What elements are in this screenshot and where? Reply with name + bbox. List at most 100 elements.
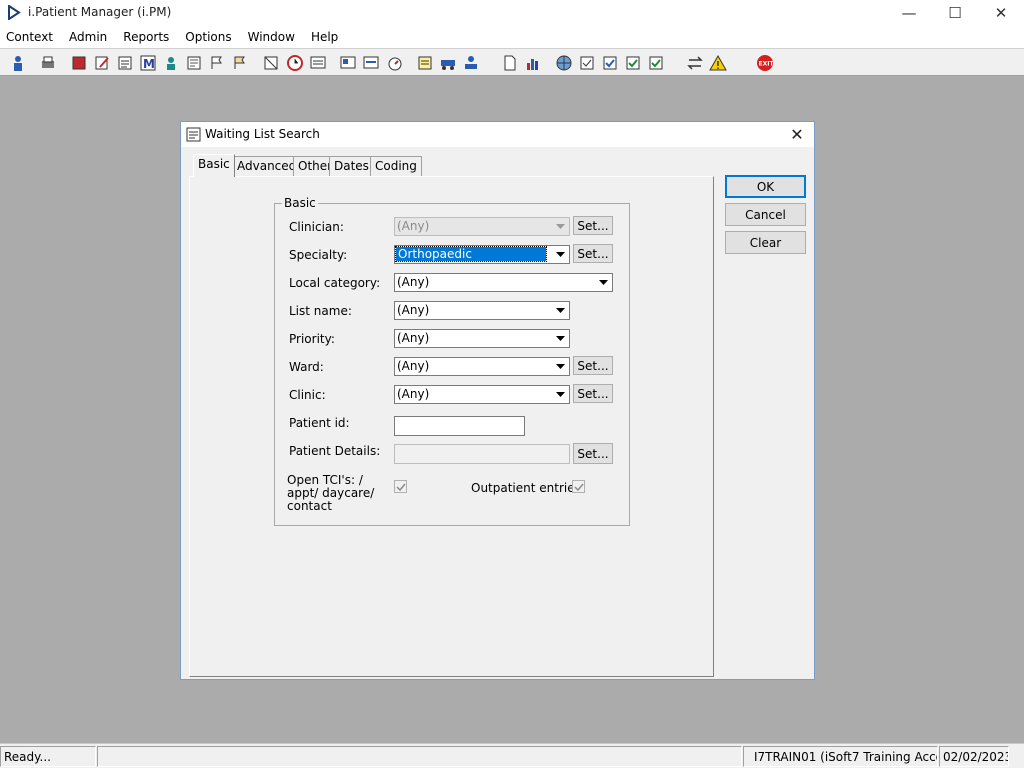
clinic-value: (Any) xyxy=(397,387,430,401)
clinician-select[interactable]: (Any) xyxy=(394,217,570,236)
menu-context[interactable]: Context xyxy=(0,30,59,44)
transfer-icon[interactable] xyxy=(437,52,459,74)
swap-icon[interactable] xyxy=(684,52,706,74)
warning-icon[interactable] xyxy=(707,52,729,74)
open-tcis-checkbox[interactable] xyxy=(394,480,407,493)
ward-select[interactable]: (Any) xyxy=(394,357,570,376)
dialog-title: Waiting List Search xyxy=(205,127,320,141)
specialty-value: Orthopaedic xyxy=(395,246,547,262)
chevron-down-icon xyxy=(552,358,569,375)
book-icon[interactable] xyxy=(68,52,90,74)
menu-window[interactable]: Window xyxy=(242,30,301,44)
stopwatch-icon[interactable] xyxy=(384,52,406,74)
list-icon[interactable] xyxy=(114,52,136,74)
status-bar: Ready... I7TRAIN01 (iSoft7 Training Acco… xyxy=(0,743,1024,768)
flag-icon[interactable] xyxy=(206,52,228,74)
tab-dates[interactable]: Dates xyxy=(329,156,374,176)
menu-admin[interactable]: Admin xyxy=(63,30,113,44)
screen-icon[interactable] xyxy=(337,52,359,74)
tab-coding[interactable]: Coding xyxy=(370,156,422,176)
globe-icon[interactable] xyxy=(553,52,575,74)
local-category-label: Local category: xyxy=(289,276,381,290)
svg-text:EXIT: EXIT xyxy=(759,61,775,68)
form-icon[interactable] xyxy=(183,52,205,74)
tab-basic[interactable]: Basic xyxy=(193,154,235,177)
app-logo-icon xyxy=(8,5,21,20)
toolbar: M EXIT xyxy=(0,48,1024,76)
cancel-button[interactable]: Cancel xyxy=(725,203,806,226)
clinic-label: Clinic: xyxy=(289,388,326,402)
menu-help[interactable]: Help xyxy=(305,30,344,44)
open-tcis-label: Open TCI's: / appt/ daycare/ contact xyxy=(287,473,375,513)
status-message: Ready... xyxy=(0,746,96,767)
document-icon[interactable] xyxy=(499,52,521,74)
clock-icon[interactable] xyxy=(284,52,306,74)
chart-icon[interactable] xyxy=(522,52,544,74)
patient-details-input xyxy=(394,444,570,464)
patient-icon[interactable] xyxy=(7,52,29,74)
priority-select[interactable]: (Any) xyxy=(394,329,570,348)
chevron-down-icon xyxy=(552,302,569,319)
menu-reports[interactable]: Reports xyxy=(117,30,175,44)
waiting-list-search-dialog: Waiting List Search ✕ Basic Advanced Oth… xyxy=(180,121,815,680)
close-button[interactable]: ✕ xyxy=(978,0,1024,26)
clinic-select[interactable]: (Any) xyxy=(394,385,570,404)
admit-icon[interactable] xyxy=(460,52,482,74)
chevron-down-icon xyxy=(552,246,569,263)
outpatient-entries-label: Outpatient entries: xyxy=(471,481,585,495)
chevron-down-icon xyxy=(552,386,569,403)
outpatient-entries-checkbox[interactable] xyxy=(572,480,585,493)
edit-icon[interactable] xyxy=(91,52,113,74)
app-titlebar: i.Patient Manager (i.PM) — ☐ ✕ xyxy=(0,0,1024,26)
specialty-set-button[interactable]: Set... xyxy=(573,244,613,263)
check4-icon[interactable] xyxy=(645,52,667,74)
clinician-set-button[interactable]: Set... xyxy=(573,216,613,235)
check-icon[interactable] xyxy=(576,52,598,74)
check2-icon[interactable] xyxy=(599,52,621,74)
status-date: 02/02/2023 xyxy=(939,746,1009,767)
monitor-icon[interactable] xyxy=(307,52,329,74)
clinic-set-button[interactable]: Set... xyxy=(573,384,613,403)
patient-details-set-button[interactable]: Set... xyxy=(573,443,613,464)
ward-value: (Any) xyxy=(397,359,430,373)
tab-advanced[interactable]: Advanced xyxy=(232,156,302,176)
exit-icon[interactable]: EXIT xyxy=(754,52,776,74)
no-icon[interactable] xyxy=(260,52,282,74)
check3-icon[interactable] xyxy=(622,52,644,74)
maximize-button[interactable]: ☐ xyxy=(932,0,978,26)
menubar: Context Admin Reports Options Window Hel… xyxy=(0,26,1024,48)
ward-set-button[interactable]: Set... xyxy=(573,356,613,375)
dialog-close-button[interactable]: ✕ xyxy=(785,124,809,145)
app-title: i.Patient Manager (i.PM) xyxy=(28,5,172,19)
checkmark-icon xyxy=(395,483,406,491)
person-icon[interactable] xyxy=(160,52,182,74)
status-spacer xyxy=(97,746,742,767)
clinician-value: (Any) xyxy=(397,219,430,233)
flag2-icon[interactable] xyxy=(229,52,251,74)
patient-id-input[interactable] xyxy=(394,416,525,436)
list-name-value: (Any) xyxy=(397,303,430,317)
chevron-down-icon xyxy=(552,330,569,347)
list-name-select[interactable]: (Any) xyxy=(394,301,570,320)
list-name-label: List name: xyxy=(289,304,352,318)
groupbox-label: Basic xyxy=(282,196,318,210)
patient-id-label: Patient id: xyxy=(289,416,350,430)
notes-icon[interactable] xyxy=(414,52,436,74)
menu-options[interactable]: Options xyxy=(179,30,237,44)
local-category-select[interactable]: (Any) xyxy=(394,273,613,292)
ok-button[interactable]: OK xyxy=(725,175,806,198)
chevron-down-icon xyxy=(552,218,569,235)
local-category-value: (Any) xyxy=(397,275,430,289)
minimize-button[interactable]: — xyxy=(886,0,932,26)
priority-value: (Any) xyxy=(397,331,430,345)
ward-label: Ward: xyxy=(289,360,324,374)
screen2-icon[interactable] xyxy=(360,52,382,74)
priority-label: Priority: xyxy=(289,332,335,346)
print-icon[interactable] xyxy=(37,52,59,74)
notes-icon xyxy=(186,127,201,142)
clear-button[interactable]: Clear xyxy=(725,231,806,254)
checkmark-icon xyxy=(573,483,584,491)
svg-text:M: M xyxy=(143,57,155,71)
m-icon[interactable]: M xyxy=(137,52,159,74)
specialty-select[interactable]: Orthopaedic xyxy=(394,245,570,264)
